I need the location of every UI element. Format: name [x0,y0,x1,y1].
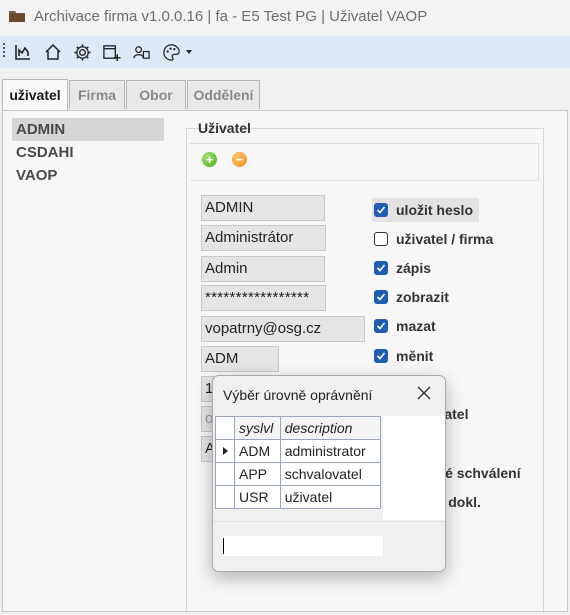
filter-input[interactable] [223,536,383,556]
palette-icon[interactable] [160,41,182,63]
checkbox-unchecked-icon [374,232,388,246]
save-password-checkbox[interactable]: uložit heslo [372,198,479,222]
chart-icon[interactable] [12,41,34,63]
level-field[interactable]: ADM [201,346,279,372]
description-cell[interactable]: uživatel [279,485,382,509]
close-icon[interactable] [415,384,433,402]
checkbox-checked-icon [374,319,388,333]
checkbox-checked-icon [374,290,388,304]
login-field[interactable]: ADMIN [201,195,325,221]
checkbox-label: mazat [396,318,436,334]
row-header-cell [215,485,235,509]
checkbox-label: měnit [396,348,434,364]
checkbox-label: zápis [396,260,432,276]
home-icon[interactable] [42,41,64,63]
view-checkbox[interactable]: zobrazit [372,285,449,309]
checkbox-label: uložit heslo [396,202,473,218]
gear-icon[interactable] [71,41,93,63]
table-row[interactable]: APP schvalovatel [215,462,382,486]
dialog-title: Výběr úrovně oprávnění [223,387,373,403]
list-item[interactable]: ADMIN [12,118,164,141]
dropdown-arrow-icon[interactable] [182,41,196,63]
write-checkbox[interactable]: zápis [372,256,431,280]
email-field[interactable]: vopatrny@osg.cz [201,316,365,342]
text-caret [223,538,224,554]
full-name-field[interactable]: Administrátor [201,225,326,251]
tab-bar: uživatel Firma Obor Oddělení [0,79,570,110]
table-row[interactable]: ADM administrator [215,439,382,463]
checkbox-checked-icon [374,203,388,217]
title-bar: Archivace firma v1.0.0.16 | fa - E5 Test… [0,0,570,34]
tab-uzivatel[interactable]: uživatel [2,79,68,110]
checkbox-label: zobrazit [396,289,449,305]
toolbar-grip[interactable] [3,43,5,59]
grid-background [383,416,445,520]
column-header-description[interactable]: description [279,416,382,440]
toolbar [0,36,570,68]
level-select-dialog: Výběr úrovně oprávnění syslvl descriptio… [212,375,446,572]
row-header-cell [215,416,235,440]
checkbox-checked-icon [374,349,388,363]
list-item[interactable]: CSDAHI [12,141,164,164]
users-icon[interactable] [130,41,152,63]
window-title: Archivace firma v1.0.0.16 | fa - E5 Test… [34,8,428,25]
description-cell[interactable]: schvalovatel [279,462,382,486]
checkbox-label: uživatel / firma [396,231,494,247]
tab-oddeleni[interactable]: Oddělení [187,80,260,109]
checkbox-checked-icon [374,261,388,275]
remove-button[interactable]: − [232,152,247,167]
syslvl-cell[interactable]: ADM [234,439,281,463]
syslvl-cell[interactable]: APP [234,462,281,486]
user-list[interactable]: ADMIN CSDAHI VAOP [12,118,164,187]
nick-field[interactable]: Admin [201,256,325,282]
edit-checkbox[interactable]: měnit [372,344,433,368]
delete-checkbox[interactable]: mazat [372,314,436,338]
row-header-cell [215,462,235,486]
dialog-footer [213,521,445,571]
tab-obor[interactable]: Obor [126,80,186,109]
table-header-row: syslvl description [215,416,382,440]
user-group-label: Uživatel [198,120,251,136]
level-table[interactable]: syslvl description ADM administrator APP… [215,416,382,509]
table-row[interactable]: USR uživatel [215,485,382,509]
syslvl-cell[interactable]: USR [234,485,281,509]
app-folder-icon [9,11,25,22]
list-item[interactable]: VAOP [12,164,164,187]
user-firm-checkbox[interactable]: uživatel / firma [372,227,493,251]
add-button[interactable]: + [202,152,217,167]
column-header-syslvl[interactable]: syslvl [234,416,281,440]
tab-firma[interactable]: Firma [69,80,125,109]
new-window-icon[interactable] [100,41,122,63]
description-cell[interactable]: administrator [279,439,382,463]
current-row-indicator-icon [215,439,235,463]
password-field[interactable]: ***************** [201,285,326,311]
